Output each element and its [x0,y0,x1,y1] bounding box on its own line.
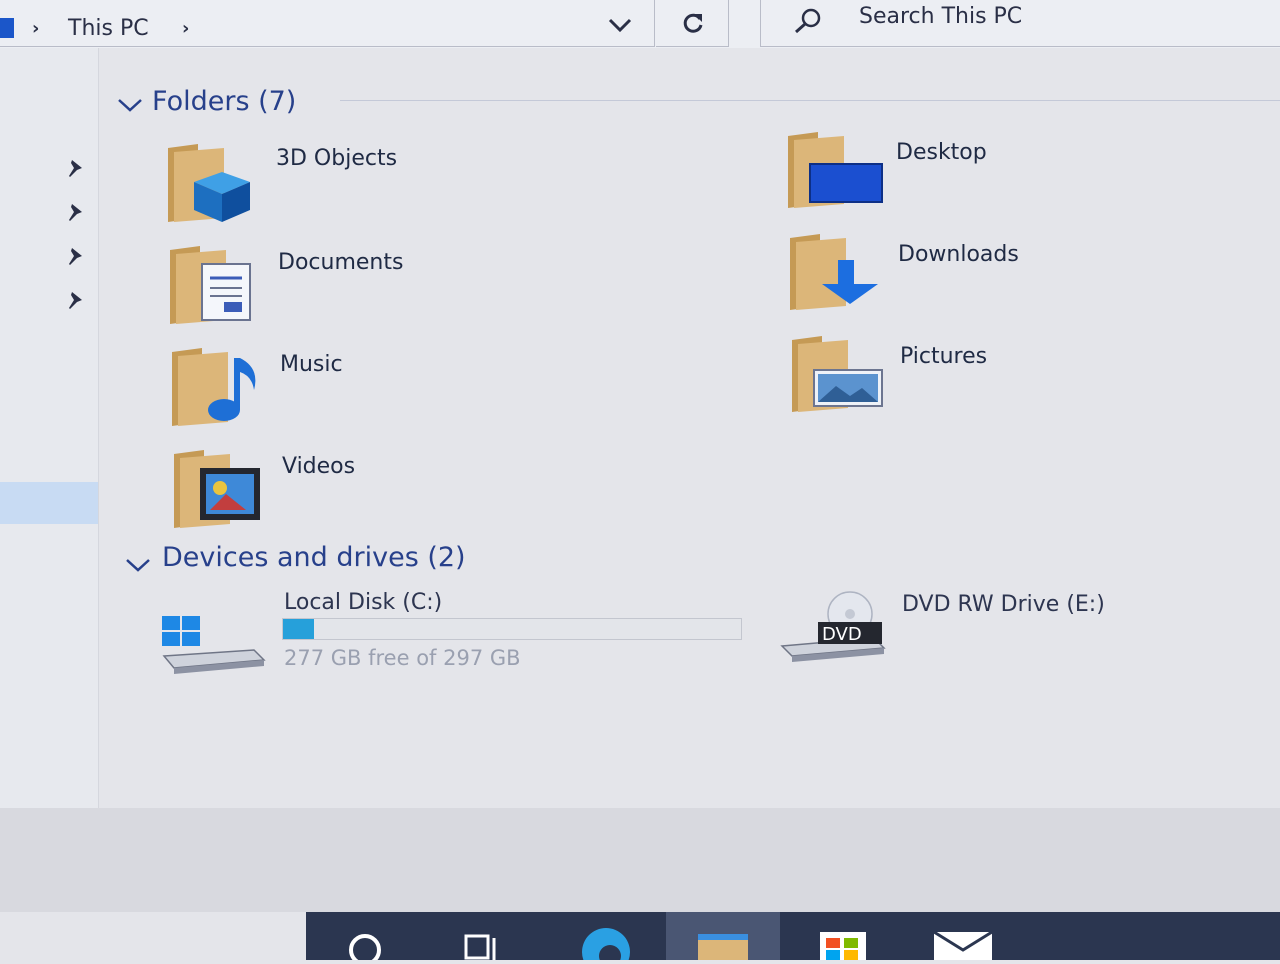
drive-label: DVD RW Drive (E:) [902,592,1105,617]
folder-label: Pictures [900,344,988,369]
refresh-icon [683,13,703,33]
folder-pictures[interactable]: Pictures [788,336,1268,426]
chevron-down-icon[interactable] [604,12,636,38]
pictures-folder-icon [792,336,883,412]
breadcrumb[interactable]: › This PC › [0,0,655,47]
search-icon[interactable] [330,912,400,964]
videos-folder-icon [174,450,260,528]
nav-item-selected[interactable] [0,482,98,524]
folder-label: Music [280,352,343,377]
chevron-down-icon[interactable] [116,96,144,114]
store-icon[interactable] [808,912,878,962]
3d-objects-folder-icon [168,144,250,222]
drive-usage-fill [283,619,314,639]
breadcrumb-this-pc[interactable]: This PC [68,16,149,41]
mail-icon[interactable] [924,912,994,962]
window-bottom-area [0,808,1280,912]
taskbar [306,912,1280,964]
pin-icon[interactable] [64,246,86,268]
folder-downloads[interactable]: Downloads [786,234,1266,324]
file-explorer-icon[interactable] [666,912,780,964]
downloads-folder-icon [790,234,878,310]
address-bar: › This PC › Search This PC [0,0,1280,48]
drive-free-space: 277 GB free of 297 GB [284,646,521,670]
folder-videos[interactable]: Videos [170,448,690,538]
refresh-button[interactable] [656,0,729,47]
pin-icon[interactable] [64,202,86,224]
folder-label: Desktop [896,140,987,165]
folder-3d-objects[interactable]: 3D Objects [164,142,684,232]
navigation-pane[interactable] [0,48,99,808]
this-pc-icon [0,18,14,38]
folder-label: Documents [278,250,404,275]
folder-label: Downloads [898,242,1019,267]
pin-icon[interactable] [64,290,86,312]
local-disk-icon [162,616,266,674]
group-divider [340,100,1280,101]
breadcrumb-separator-icon[interactable]: › [182,18,189,39]
folder-desktop[interactable]: Desktop [784,132,1264,222]
folder-documents[interactable]: Documents [166,244,686,334]
breadcrumb-separator-icon[interactable]: › [32,18,39,39]
music-folder-icon [172,348,256,426]
search-placeholder: Search This PC [859,4,1023,29]
folder-label: 3D Objects [276,146,398,171]
desktop-folder-icon [788,132,883,208]
search-input[interactable]: Search This PC [760,0,1280,47]
folders-group-title[interactable]: Folders (7) [152,86,296,117]
task-view-icon[interactable] [448,912,518,960]
folder-music[interactable]: Music [168,346,688,436]
devices-group-title[interactable]: Devices and drives (2) [162,542,466,573]
search-icon [795,8,821,34]
dvd-badge: DVD [822,624,862,645]
documents-folder-icon [170,246,251,324]
drive-usage-bar [282,618,742,640]
edge-icon[interactable] [570,912,640,964]
pin-icon[interactable] [64,158,86,180]
drive-label: Local Disk (C:) [284,590,443,615]
folder-label: Videos [282,454,356,479]
chevron-down-icon[interactable] [124,556,152,574]
